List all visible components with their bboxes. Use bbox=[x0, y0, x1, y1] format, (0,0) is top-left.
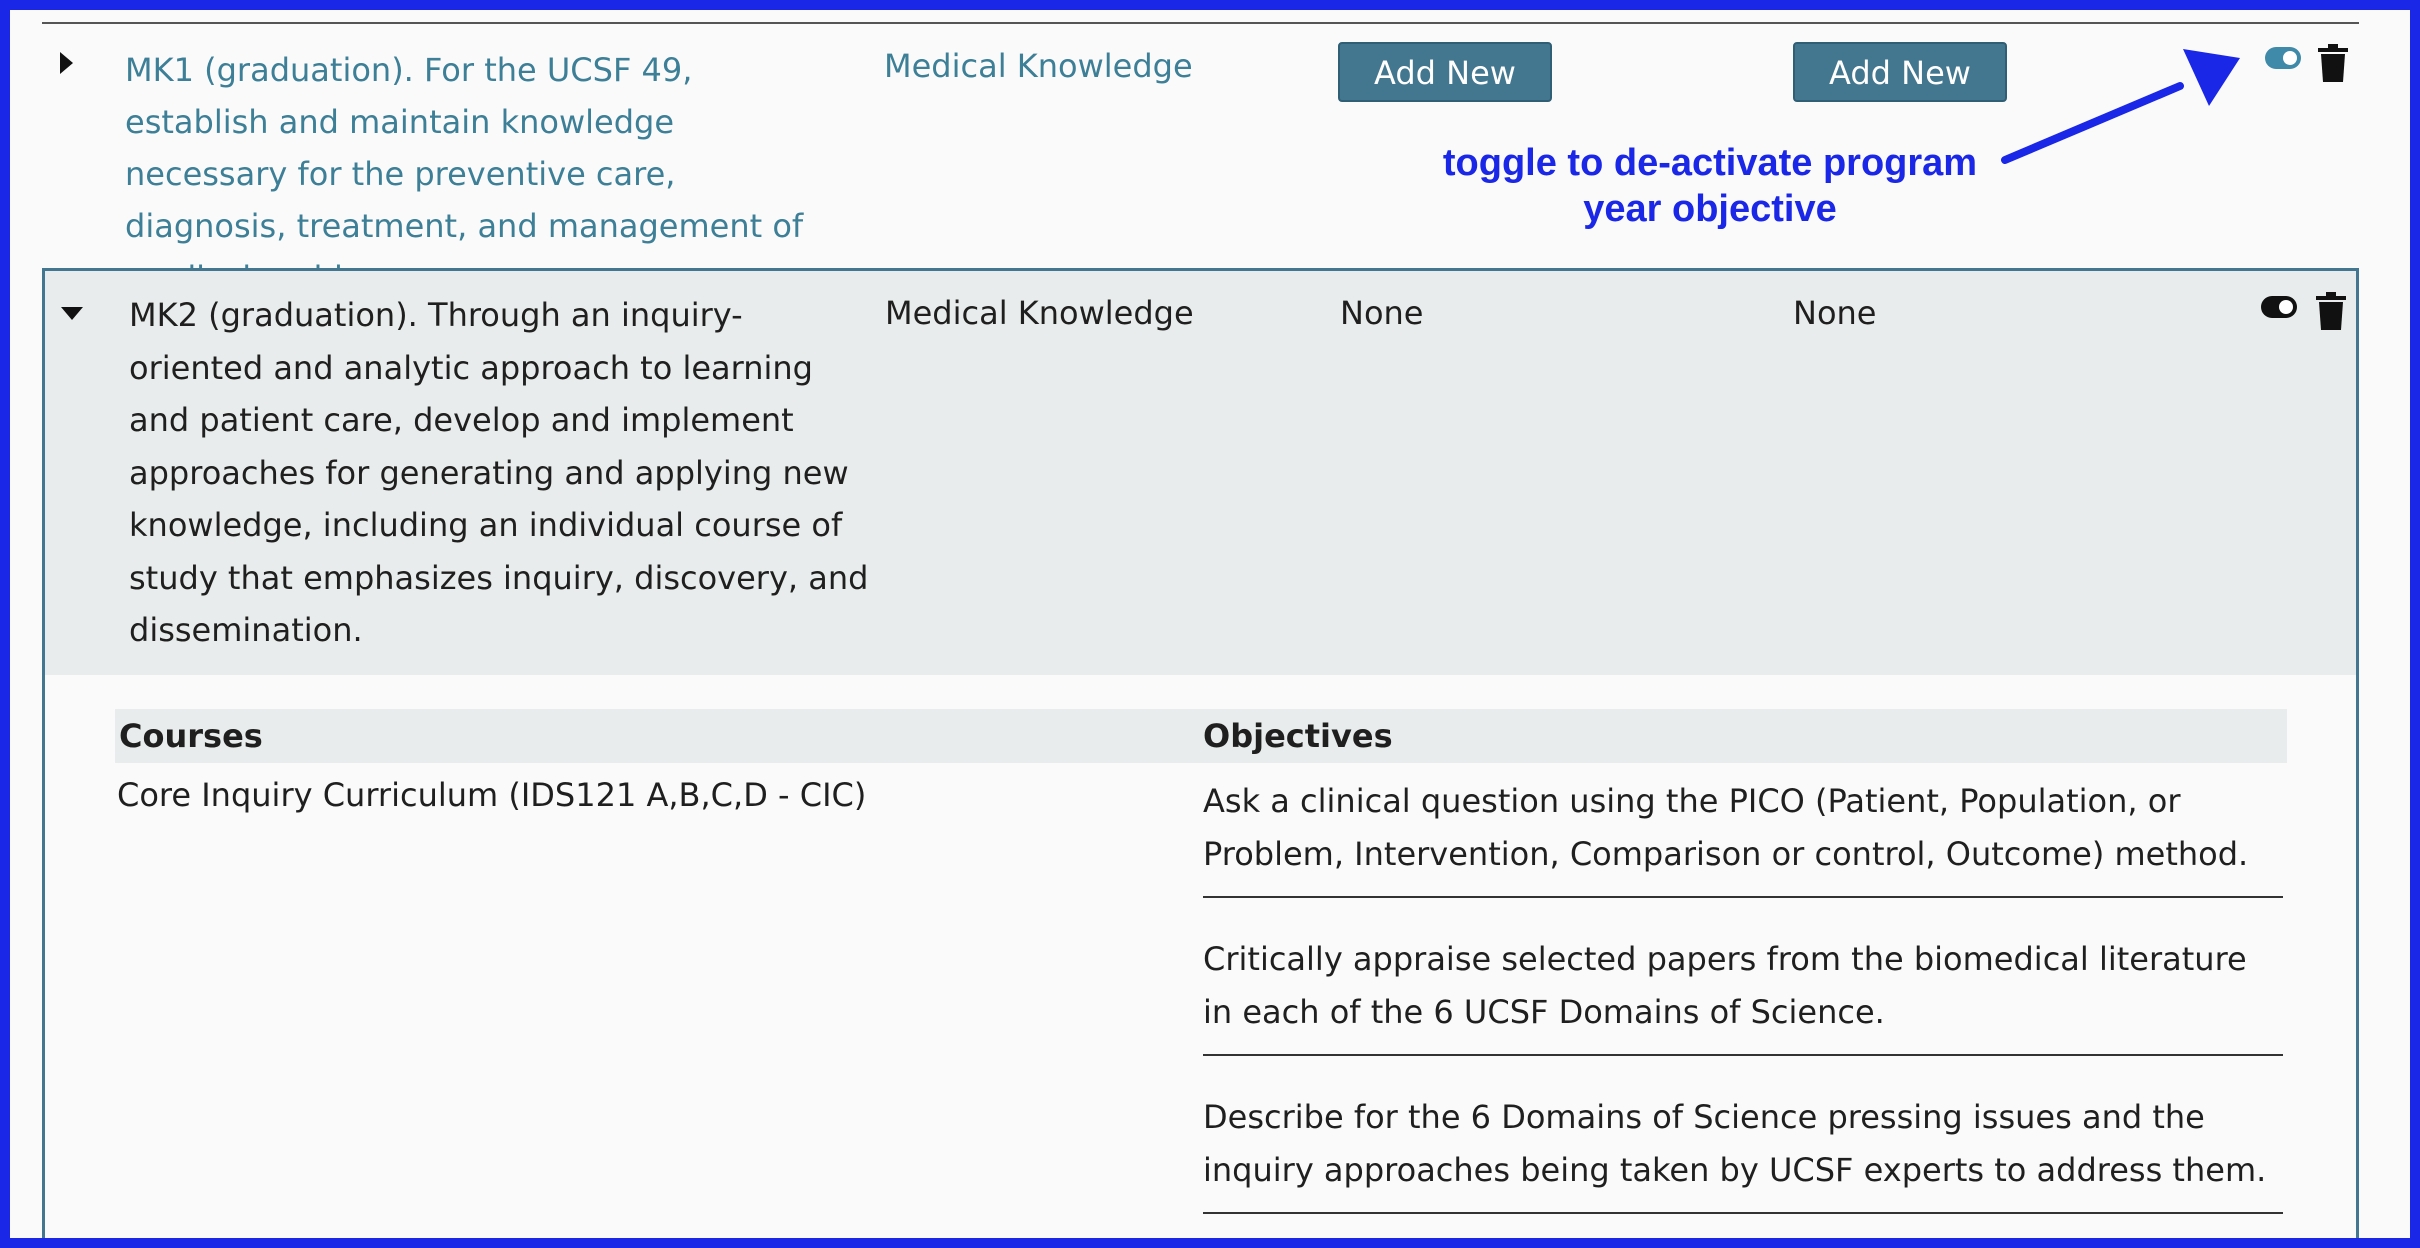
objective-row-mk2: MK2 (graduation). Through an inquiry-ori… bbox=[42, 268, 2359, 1248]
course-item: Core Inquiry Curriculum (IDS121 A,B,C,D … bbox=[117, 776, 867, 814]
course-objective-item: Ask a clinical question using the PICO (… bbox=[1203, 782, 2249, 873]
divider bbox=[1203, 1054, 2283, 1056]
chevron-down-icon[interactable] bbox=[61, 307, 83, 320]
trash-icon[interactable] bbox=[2316, 292, 2346, 330]
objective-domain[interactable]: Medical Knowledge bbox=[885, 287, 1194, 339]
course-objective-item: Describe for the 6 Domains of Science pr… bbox=[1203, 1098, 2267, 1189]
objective-title[interactable]: MK2 (graduation). Through an inquiry-ori… bbox=[129, 289, 869, 657]
details-table-header: Courses Objectives bbox=[115, 709, 2287, 763]
course-objective-item: Critically appraise selected papers from… bbox=[1203, 940, 2247, 1031]
divider bbox=[1203, 1212, 2283, 1214]
divider bbox=[1203, 896, 2283, 898]
expanded-row-header: MK2 (graduation). Through an inquiry-ori… bbox=[45, 271, 2356, 675]
col3-value: None bbox=[1340, 294, 1424, 332]
courses-header: Courses bbox=[119, 717, 263, 755]
objectives-header: Objectives bbox=[1203, 717, 1393, 755]
active-toggle-icon[interactable] bbox=[2261, 296, 2297, 318]
col4-value: None bbox=[1793, 294, 1877, 332]
